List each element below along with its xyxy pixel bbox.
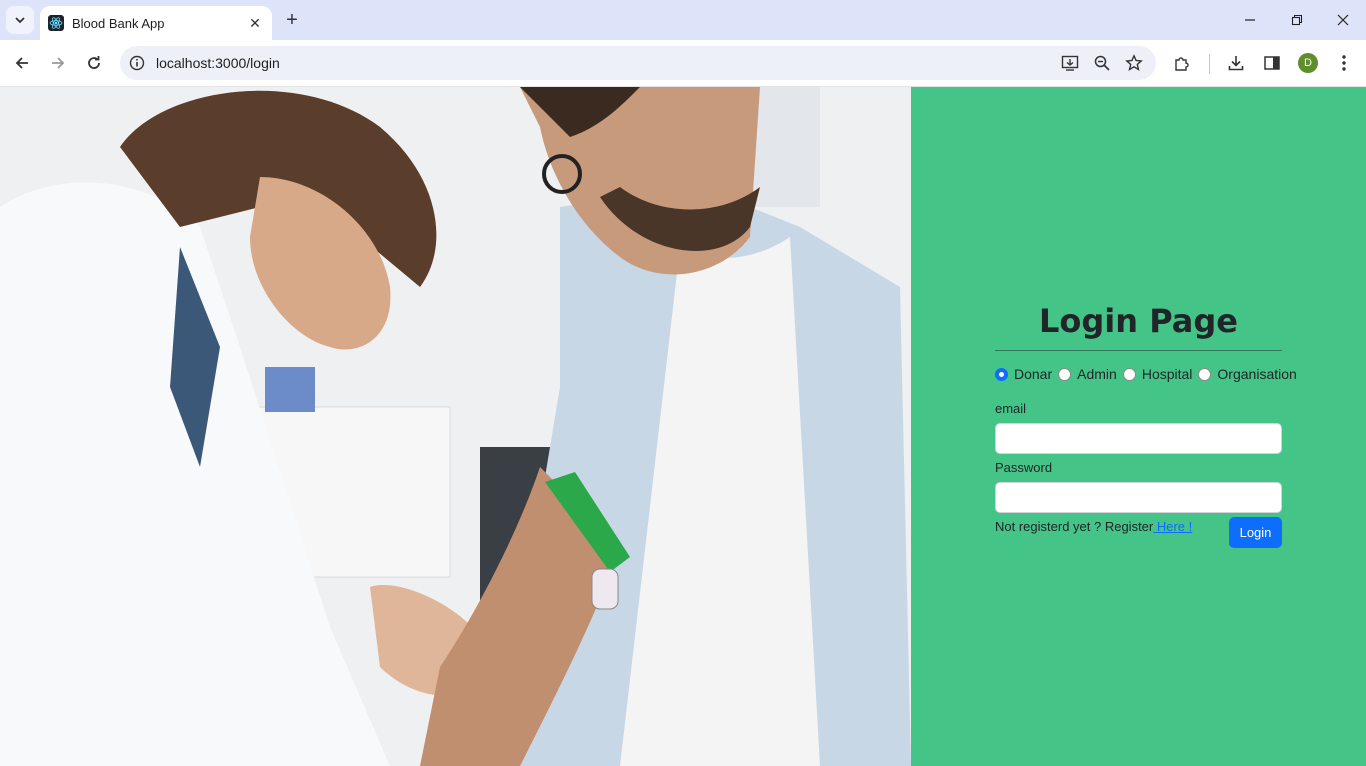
minimize-icon[interactable] [1238,8,1262,32]
new-tab-button[interactable]: + [280,8,304,32]
radio-button[interactable] [1058,367,1072,381]
arrow-right-icon [52,57,65,69]
role-label: Organisation [1217,366,1297,382]
install-app-icon[interactable] [1058,51,1082,75]
password-field[interactable] [995,482,1282,513]
tab-strip: Blood Bank App ✕ + [0,0,1366,40]
login-form: Login Page Donar Admin Hospital Organisa… [995,302,1297,548]
chevron-down-icon [15,17,25,24]
email-field[interactable] [995,423,1282,454]
form-footer: Not registerd yet ? Register Here ! Logi… [995,517,1282,548]
login-button[interactable]: Login [1229,517,1282,548]
role-radio-group: Donar Admin Hospital Organisation [995,366,1297,382]
radio-button[interactable] [1122,367,1136,381]
page-title: Login Page [995,302,1282,351]
close-window-icon[interactable] [1331,8,1355,32]
restore-icon[interactable] [1285,8,1309,32]
react-logo-icon [48,15,64,31]
side-panel-icon[interactable] [1260,51,1284,75]
radio-button[interactable] [995,367,1008,381]
reload-icon [88,56,100,69]
register-prompt-text: Not registerd yet ? Register [995,519,1154,534]
browser-toolbar: localhost:3000/login D [0,40,1366,87]
bookmark-star-icon[interactable] [1122,51,1146,75]
role-option-donar[interactable]: Donar [995,366,1052,382]
toolbar-divider [1209,54,1210,74]
register-link[interactable]: Here ! [1153,519,1192,534]
role-label: Admin [1077,366,1117,382]
role-label: Hospital [1141,366,1193,382]
reload-button[interactable] [81,50,107,76]
login-panel: Login Page Donar Admin Hospital Organisa… [911,87,1366,766]
role-option-hospital[interactable]: Hospital [1122,366,1193,382]
profile-avatar[interactable]: D [1298,53,1318,73]
address-bar[interactable]: localhost:3000/login [120,46,1156,80]
close-tab-icon[interactable]: ✕ [246,14,264,32]
forward-button[interactable] [45,50,71,76]
browser-tab[interactable]: Blood Bank App ✕ [40,6,272,40]
site-info-icon[interactable] [120,46,154,80]
password-label: Password [995,460,1053,475]
more-menu-icon[interactable] [1332,51,1356,75]
tab-title: Blood Bank App [72,15,165,31]
register-prompt: Not registerd yet ? Register Here ! [995,519,1192,534]
login-page: Login Page Donar Admin Hospital Organisa… [0,87,1366,766]
role-option-organisation[interactable]: Organisation [1198,366,1297,382]
role-label: Donar [1014,366,1053,382]
zoom-icon[interactable] [1090,51,1114,75]
email-label: email [995,401,1027,416]
url-text: localhost:3000/login [156,55,280,71]
blood-donation-photo [0,87,911,766]
extensions-icon[interactable] [1170,51,1194,75]
role-option-admin[interactable]: Admin [1058,366,1117,382]
tab-search-button[interactable] [6,6,34,34]
back-button[interactable] [9,50,35,76]
radio-button[interactable] [1198,367,1212,381]
arrow-left-icon [15,57,28,69]
photo-illustration [0,87,911,766]
download-icon[interactable] [1224,51,1248,75]
